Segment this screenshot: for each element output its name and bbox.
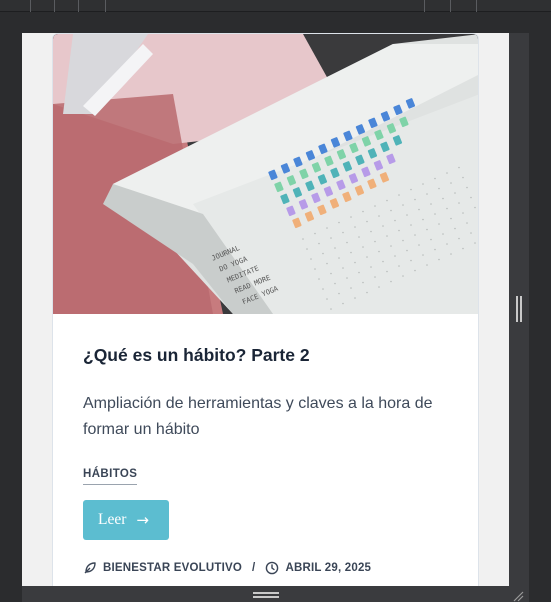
habit-tracker-photo: JOURNALDO YOGAMEDITATEREAD MOREFACE YOGA [53, 34, 478, 314]
horizontal-resize-handle[interactable] [253, 592, 279, 600]
read-more-label: Leer [98, 510, 127, 528]
toolbar-divider [424, 0, 425, 12]
read-more-button[interactable]: Leer → [83, 499, 169, 540]
toolbar-divider [450, 0, 451, 12]
vertical-resize-handle[interactable] [516, 296, 522, 322]
post-featured-image[interactable]: JOURNAL DO YOGA MEDITATE READ MORE FACE YOGA [53, 34, 478, 314]
page-viewport: JOURNAL DO YOGA MEDITATE READ MORE FACE YOGA… [22, 33, 509, 586]
clock-icon [265, 561, 279, 575]
resize-grip-icon[interactable] [512, 589, 524, 602]
toolbar-divider [30, 0, 31, 12]
post-excerpt: Ampliación de herramientas y claves a la… [83, 394, 433, 438]
post-card: JOURNAL DO YOGA MEDITATE READ MORE FACE YOGA… [52, 33, 479, 586]
post-title[interactable]: ¿Qué es un hábito? Parte 2 [83, 344, 448, 367]
feather-pen-icon [83, 561, 97, 575]
post-meta: BIENESTAR EVOLUTIVO / ABRIL 29, 2025 [83, 561, 448, 575]
post-date: ABRIL 29, 2025 [285, 561, 372, 574]
arrow-right-icon: → [136, 510, 149, 529]
toolbar-divider [78, 0, 79, 12]
meta-separator: / [252, 561, 256, 574]
post-category-link[interactable]: HÁBITOS [83, 468, 138, 485]
toolbar-divider [105, 0, 106, 12]
post-card-body: ¿Qué es un hábito? Parte 2 Ampliación de… [53, 314, 478, 575]
toolbar-divider [476, 0, 477, 12]
post-author-link[interactable]: BIENESTAR EVOLUTIVO [103, 562, 242, 574]
toolbar-divider [54, 0, 55, 12]
top-toolbar [0, 0, 551, 12]
